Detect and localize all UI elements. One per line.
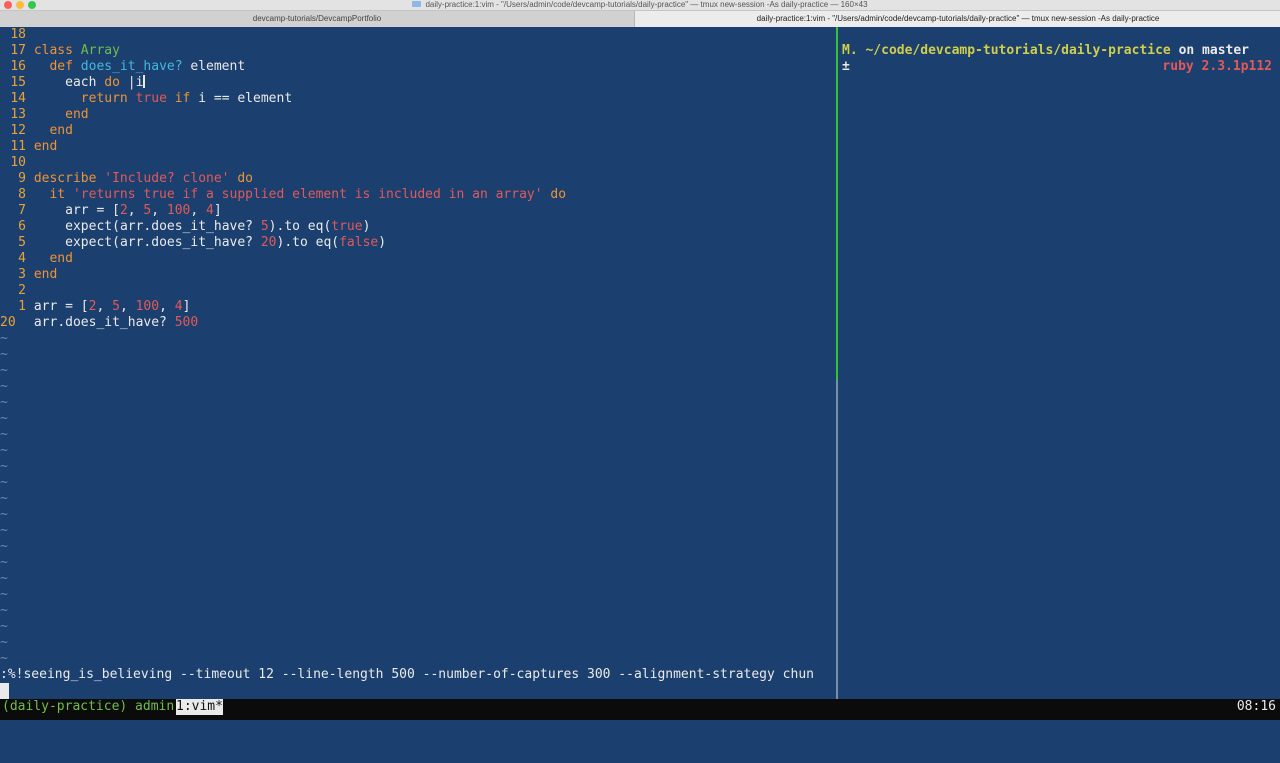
empty-line-tilde: ~ <box>0 363 8 378</box>
line-text: end <box>65 107 89 122</box>
empty-line-tilde: ~ <box>0 555 8 570</box>
line-text: end <box>33 267 58 282</box>
code-line[interactable]: 11 end <box>0 139 57 155</box>
terminal-tabbar: devcamp-tutorials/DevcampPortfolio daily… <box>0 11 1280 27</box>
code-line[interactable]: 10 <box>0 155 34 171</box>
vim-pane[interactable]: 18 17 class Array 16 def does_it_have? el… <box>0 27 836 699</box>
empty-line-tilde: ~ <box>0 507 8 522</box>
tmux-session-name: (daily-practice) admin <box>2 699 175 714</box>
prompt-on: on <box>1178 43 1195 58</box>
line-text: return true if i == element <box>80 91 293 106</box>
empty-line-tilde: ~ <box>0 635 8 650</box>
code-line[interactable]: 16 def does_it_have? element <box>0 59 245 75</box>
code-line[interactable]: 4 end <box>0 251 73 267</box>
line-text: expect(arr.does_it_have? 5).to eq(true) <box>65 219 371 234</box>
line-number: 6 <box>18 219 26 234</box>
line-number: 3 <box>18 267 26 282</box>
code-line[interactable]: 9 describe 'Include? clone' do <box>0 171 253 187</box>
line-number: 15 <box>10 75 26 90</box>
tab-devcamp-portfolio[interactable]: devcamp-tutorials/DevcampPortfolio <box>0 11 634 27</box>
line-text: arr = [2, 5, 100, 4] <box>33 299 191 314</box>
line-text: it 'returns true if a supplied element i… <box>49 187 567 202</box>
line-text: class Array <box>33 43 120 58</box>
prompt-symbol: ± <box>842 59 850 74</box>
empty-line-tilde: ~ <box>0 587 8 602</box>
line-number: 16 <box>10 59 26 74</box>
line-text: describe 'Include? clone' do <box>33 171 253 186</box>
line-text: arr = [2, 5, 100, 4] <box>65 203 222 218</box>
line-text: expect(arr.does_it_have? 20).to eq(false… <box>65 235 387 250</box>
empty-line-tilde: ~ <box>0 619 8 634</box>
line-number: 14 <box>10 91 26 106</box>
line-number: 20 <box>0 315 16 330</box>
line-number: 8 <box>18 187 26 202</box>
vim-command-line[interactable]: :%!seeing_is_believing --timeout 12 --li… <box>0 667 836 683</box>
line-text: end <box>33 139 58 154</box>
code-line[interactable]: 6 expect(arr.does_it_have? 5).to eq(true… <box>0 219 370 235</box>
code-line[interactable]: 2 <box>0 283 34 299</box>
window-titlebar: daily-practice:1:vim - "/Users/admin/cod… <box>0 0 1280 11</box>
ruby-version: ruby 2.3.1p112 <box>1162 59 1272 74</box>
code-line[interactable]: 18 <box>0 27 34 43</box>
empty-line-tilde: ~ <box>0 411 8 426</box>
code-line[interactable]: 14 return true if i == element <box>0 91 292 107</box>
empty-line-tilde: ~ <box>0 475 8 490</box>
code-line[interactable]: 3 end <box>0 267 57 283</box>
code-line[interactable]: 15 each do |i <box>0 75 146 91</box>
text-cursor <box>0 683 9 699</box>
empty-line-tilde: ~ <box>0 395 8 410</box>
empty-line-tilde: ~ <box>0 651 8 666</box>
shell-prompt: M. ~/code/devcamp-tutorials/daily-practi… <box>842 43 1249 59</box>
line-text: end <box>49 123 73 138</box>
line-number: 11 <box>10 139 26 154</box>
code-line[interactable]: 8 it 'returns true if a supplied element… <box>0 187 566 203</box>
code-line[interactable]: 5 expect(arr.does_it_have? 20).to eq(fal… <box>0 235 386 251</box>
code-line[interactable]: 20 arr.does_it_have? 500 <box>0 315 198 331</box>
empty-line-tilde: ~ <box>0 347 8 362</box>
tmux-status-bar: (daily-practice) admin 1:vim* 08:16 <box>0 699 1280 720</box>
empty-line-tilde: ~ <box>0 491 8 506</box>
line-number: 4 <box>18 251 26 266</box>
git-status-marker: M. <box>842 43 858 58</box>
tmux-clock: 08:16 <box>1236 699 1276 714</box>
empty-line-tilde: ~ <box>0 427 8 442</box>
git-branch: master <box>1202 43 1250 58</box>
code-line[interactable]: 17 class Array <box>0 43 120 59</box>
line-number: 17 <box>10 43 26 58</box>
text-cursor <box>143 75 146 88</box>
line-number: 1 <box>18 299 26 314</box>
empty-line-tilde: ~ <box>0 379 8 394</box>
empty-line-tilde: ~ <box>0 603 8 618</box>
code-line[interactable]: 13 end <box>0 107 89 123</box>
folder-icon <box>412 1 422 7</box>
line-number: 9 <box>18 171 26 186</box>
line-number: 18 <box>10 27 26 42</box>
code-line[interactable]: 12 end <box>0 123 73 139</box>
line-text: arr.does_it_have? 500 <box>33 315 199 330</box>
empty-line-tilde: ~ <box>0 571 8 586</box>
empty-line-tilde: ~ <box>0 331 8 346</box>
tab-daily-practice[interactable]: daily-practice:1:vim - "/Users/admin/cod… <box>634 11 1280 27</box>
line-number: 2 <box>18 283 26 298</box>
line-number: 10 <box>10 155 26 170</box>
line-text: end <box>49 251 73 266</box>
window-title: daily-practice:1:vim - "/Users/admin/cod… <box>0 0 1280 10</box>
line-text: each do |i <box>65 75 146 90</box>
code-line[interactable]: 1 arr = [2, 5, 100, 4] <box>0 299 190 315</box>
prompt-path: ~/code/devcamp-tutorials/daily-practice <box>865 43 1171 58</box>
shell-pane[interactable]: M. ~/code/devcamp-tutorials/daily-practi… <box>838 27 1280 699</box>
line-number: 12 <box>10 123 26 138</box>
empty-line-tilde: ~ <box>0 539 8 554</box>
line-text: def does_it_have? element <box>49 59 246 74</box>
code-line[interactable]: 7 arr = [2, 5, 100, 4] <box>0 203 222 219</box>
line-number: 13 <box>10 107 26 122</box>
line-number: 5 <box>18 235 26 250</box>
tmux-window-tab[interactable]: 1:vim* <box>176 699 223 715</box>
empty-line-tilde: ~ <box>0 443 8 458</box>
line-number: 7 <box>18 203 26 218</box>
empty-line-tilde: ~ <box>0 459 8 474</box>
empty-line-tilde: ~ <box>0 523 8 538</box>
